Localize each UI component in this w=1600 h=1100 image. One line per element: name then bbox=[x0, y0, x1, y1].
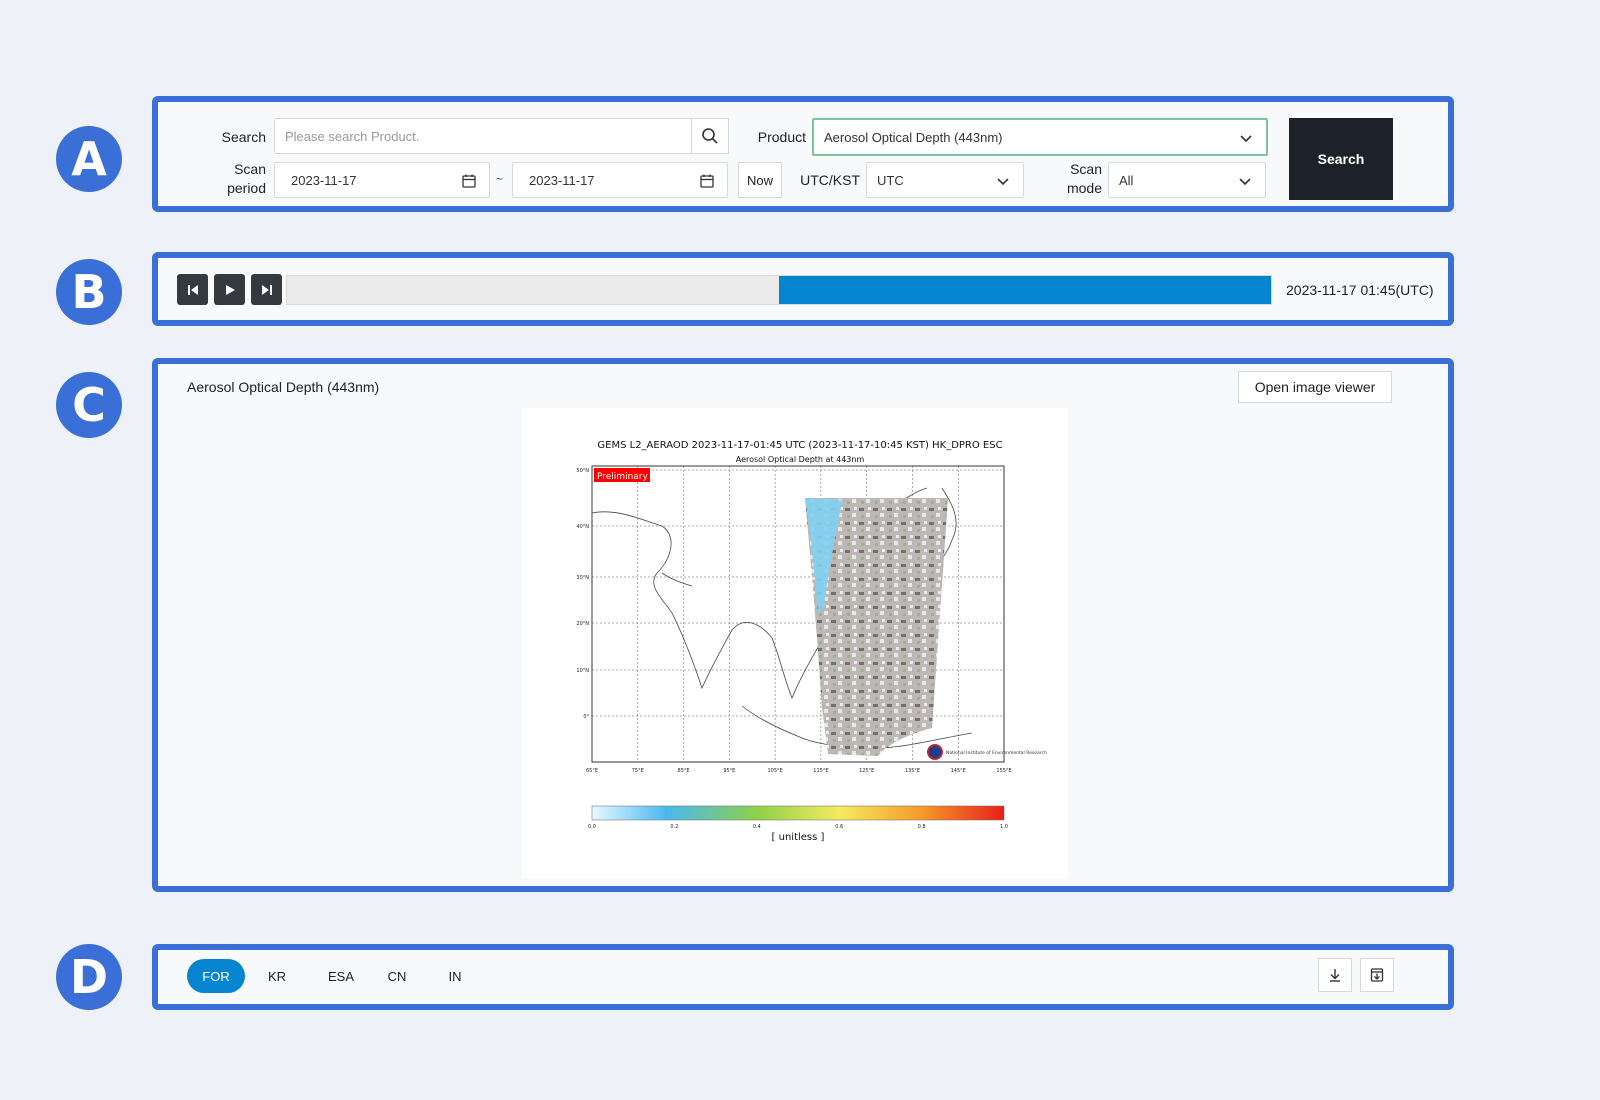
download-icon bbox=[1330, 969, 1340, 982]
institute-logo-icon bbox=[927, 744, 943, 760]
aod-map: GEMS L2_AERAOD 2023-11-17-01:45 UTC (202… bbox=[576, 440, 1047, 843]
colorbar-unit: [ unitless ] bbox=[772, 832, 825, 843]
longitude-ticks: 65°E 75°E 85°E 95°E 105°E 115°E 125°E 135°E 145°… bbox=[586, 768, 1012, 774]
timeline-player: 2023-11-17 01:45(UTC) bbox=[152, 252, 1454, 326]
product-label: Product bbox=[757, 129, 806, 145]
latitude-tick-label: 10°N bbox=[576, 668, 589, 674]
longitude-tick-label: 115°E bbox=[813, 768, 828, 774]
chevron-down-icon bbox=[1239, 178, 1251, 186]
tab-cn[interactable]: CN bbox=[376, 959, 418, 993]
start-date-value: 2023-11-17 bbox=[291, 172, 357, 188]
map-image[interactable]: GEMS L2_AERAOD 2023-11-17-01:45 UTC (202… bbox=[522, 408, 1068, 878]
image-panel: Aerosol Optical Depth (443nm) Open image… bbox=[152, 358, 1454, 892]
timezone-value: UTC bbox=[877, 172, 904, 188]
latitude-ticks: 50°N 40°N 30°N 20°N 10°N 0° bbox=[576, 468, 589, 720]
longitude-tick-label: 155°E bbox=[996, 768, 1011, 774]
play-icon bbox=[225, 284, 235, 295]
current-time: 2023-11-17 01:45(UTC) bbox=[1286, 282, 1434, 298]
source-tabs-panel: FOR KR ESA CN IN bbox=[152, 944, 1454, 1010]
scan-period-text: Scan period bbox=[227, 161, 266, 196]
latitude-tick-label: 20°N bbox=[576, 621, 589, 627]
section-badge-b: B bbox=[56, 259, 122, 325]
scan-mode-text: Scan mode bbox=[1066, 161, 1102, 196]
scan-mode-select[interactable]: All bbox=[1108, 162, 1266, 198]
latitude-tick-label: 40°N bbox=[576, 524, 589, 530]
longitude-tick-label: 125°E bbox=[859, 768, 874, 774]
search-panel: Search Please search Product. Product Ae… bbox=[152, 96, 1454, 212]
longitude-tick-label: 145°E bbox=[951, 768, 966, 774]
chevron-down-icon bbox=[997, 178, 1009, 186]
latitude-tick-label: 30°N bbox=[576, 575, 589, 581]
search-placeholder: Please search Product. bbox=[285, 128, 420, 144]
longitude-tick-label: 95°E bbox=[723, 768, 735, 774]
skip-back-icon bbox=[187, 284, 198, 295]
search-icon-button[interactable] bbox=[691, 118, 729, 154]
institute-name: National Institute of Environmental Rese… bbox=[946, 750, 1047, 756]
skip-forward-icon bbox=[261, 284, 272, 295]
colorbar bbox=[591, 805, 1005, 821]
skip-back-button[interactable] bbox=[177, 274, 208, 305]
start-date-field[interactable]: 2023-11-17 bbox=[274, 162, 490, 198]
colorbar-tick-label: 0.4 bbox=[753, 824, 761, 830]
tab-for[interactable]: FOR bbox=[187, 959, 245, 993]
colorbar-tick-label: 0.2 bbox=[670, 824, 678, 830]
skip-forward-button[interactable] bbox=[251, 274, 282, 305]
map-title: GEMS L2_AERAOD 2023-11-17-01:45 UTC (202… bbox=[597, 440, 1002, 451]
tab-in[interactable]: IN bbox=[434, 959, 476, 993]
section-badge-d: D bbox=[56, 944, 122, 1010]
chevron-down-icon bbox=[1240, 135, 1252, 143]
section-badge-a: A bbox=[56, 126, 122, 192]
preliminary-tag-text: Preliminary bbox=[597, 472, 648, 482]
scan-period-label: Scan period bbox=[208, 160, 266, 198]
longitude-tick-label: 105°E bbox=[768, 768, 783, 774]
colorbar-tick-label: 0.0 bbox=[588, 824, 596, 830]
colorbar-ticks: 0.0 0.2 0.4 0.6 0.8 1.0 bbox=[588, 824, 1008, 830]
timeline-slider[interactable] bbox=[286, 275, 1272, 305]
timeline-progress bbox=[779, 276, 1271, 304]
calendar-icon[interactable] bbox=[699, 173, 715, 189]
longitude-tick-label: 65°E bbox=[586, 768, 598, 774]
search-icon bbox=[702, 128, 718, 144]
download-button[interactable] bbox=[1318, 958, 1352, 992]
end-date-field[interactable]: 2023-11-17 bbox=[512, 162, 728, 198]
product-value: Aerosol Optical Depth (443nm) bbox=[824, 129, 1003, 145]
map-subtitle: Aerosol Optical Depth at 443nm bbox=[736, 455, 865, 464]
colorbar-tick-label: 0.6 bbox=[835, 824, 843, 830]
end-date-value: 2023-11-17 bbox=[529, 172, 595, 188]
archive-download-button[interactable] bbox=[1360, 958, 1394, 992]
calendar-icon[interactable] bbox=[461, 173, 477, 189]
search-button[interactable]: Search bbox=[1289, 118, 1393, 200]
timezone-label: UTC/KST bbox=[800, 172, 860, 188]
archive-download-icon bbox=[1370, 968, 1384, 982]
latitude-tick-label: 50°N bbox=[576, 468, 589, 474]
play-button[interactable] bbox=[214, 274, 245, 305]
search-input[interactable]: Please search Product. bbox=[274, 118, 692, 154]
tab-esa[interactable]: ESA bbox=[312, 959, 370, 993]
image-title: Aerosol Optical Depth (443nm) bbox=[187, 379, 380, 395]
date-separator: ~ bbox=[496, 172, 504, 186]
scan-mode-label: Scan mode bbox=[1054, 160, 1102, 198]
latitude-tick-label: 0° bbox=[583, 714, 589, 720]
search-label: Search bbox=[221, 129, 266, 145]
longitude-tick-label: 85°E bbox=[678, 768, 690, 774]
longitude-tick-label: 75°E bbox=[632, 768, 644, 774]
scan-mode-value: All bbox=[1119, 172, 1134, 188]
section-badge-c: C bbox=[56, 372, 122, 438]
tab-kr[interactable]: KR bbox=[252, 959, 302, 993]
product-select[interactable]: Aerosol Optical Depth (443nm) bbox=[812, 118, 1268, 156]
longitude-tick-label: 135°E bbox=[905, 768, 920, 774]
timezone-select[interactable]: UTC bbox=[866, 162, 1024, 198]
now-button[interactable]: Now bbox=[738, 162, 782, 198]
open-image-viewer-button[interactable]: Open image viewer bbox=[1238, 371, 1392, 403]
colorbar-tick-label: 0.8 bbox=[918, 824, 926, 830]
colorbar-tick-label: 1.0 bbox=[1000, 824, 1008, 830]
